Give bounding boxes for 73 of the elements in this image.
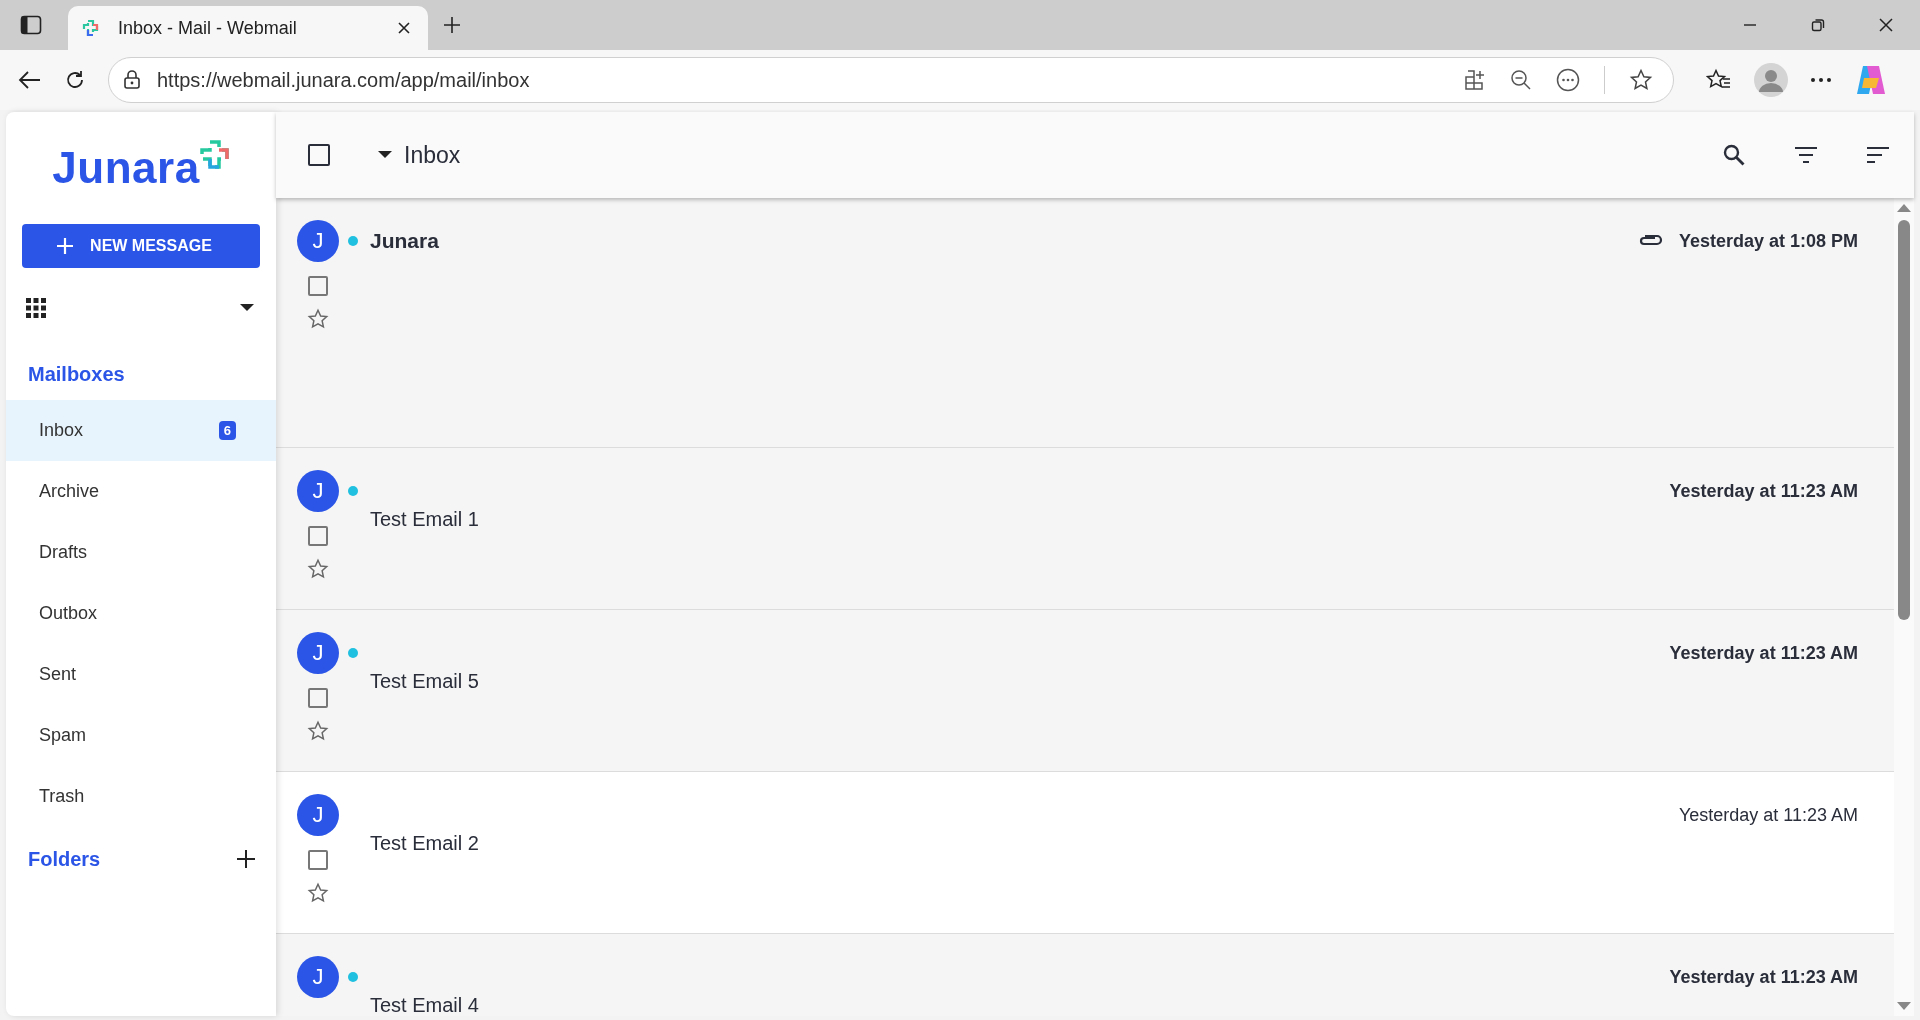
new-tab-icon[interactable] xyxy=(442,15,462,35)
sender-name: Junara xyxy=(370,229,439,253)
message-date: Yesterday at 1:08 PM xyxy=(1678,230,1858,252)
star-icon[interactable] xyxy=(307,558,329,580)
section-heading: Mailboxes xyxy=(27,361,126,387)
row-checkbox[interactable] xyxy=(308,850,328,870)
add-icon[interactable] xyxy=(236,849,256,869)
logo-icon xyxy=(199,140,230,170)
mailbox-item[interactable]: Spam xyxy=(6,705,276,766)
copilot-icon[interactable] xyxy=(1854,64,1888,96)
star-icon[interactable] xyxy=(307,720,329,742)
refresh-icon[interactable] xyxy=(64,69,86,91)
mailbox-item[interactable]: Trash xyxy=(6,766,276,827)
section-heading: Folders xyxy=(27,846,101,872)
address-field[interactable]: https://webmail.junara.com/app/mail/inbox xyxy=(108,57,1674,103)
more-icon[interactable] xyxy=(1810,77,1832,83)
plus-icon xyxy=(56,237,75,255)
sort-icon[interactable] xyxy=(1866,146,1890,164)
row-checkbox[interactable] xyxy=(308,688,328,708)
unread-count-badge: 6 xyxy=(218,421,236,440)
zoom-out-icon[interactable] xyxy=(1510,69,1532,91)
filter-icon[interactable] xyxy=(1794,146,1818,164)
message-row[interactable]: J Junara Yesterday at 1:08 PM xyxy=(276,198,1894,448)
tab-title: Inbox - Mail - Webmail xyxy=(118,17,298,39)
scroll-down-icon[interactable] xyxy=(1897,1002,1911,1010)
browser-tab[interactable]: Inbox - Mail - Webmail xyxy=(68,6,428,50)
new-message-button[interactable]: NEW MESSAGE xyxy=(22,224,260,268)
close-icon[interactable] xyxy=(396,20,412,36)
message-subject: Test Email 1 xyxy=(369,508,480,531)
app-grid-icon[interactable] xyxy=(1464,69,1486,91)
search-icon[interactable] xyxy=(1722,143,1746,167)
select-all-checkbox[interactable] xyxy=(308,144,330,166)
lock-icon[interactable] xyxy=(123,70,141,90)
avatar: J xyxy=(297,220,339,262)
avatar: J xyxy=(297,470,339,512)
message-date: Yesterday at 11:23 AM xyxy=(1678,804,1858,826)
mailbox-item[interactable]: Drafts xyxy=(6,522,276,583)
scrollbar[interactable] xyxy=(1894,198,1914,1016)
message-row[interactable]: J Yesterday at 11:23 AM Test Email 4 xyxy=(276,934,1894,1016)
mailbox-item[interactable]: Archive xyxy=(6,461,276,522)
logo-text: Junara xyxy=(52,146,200,190)
dropdown-caret-icon[interactable] xyxy=(240,304,254,312)
avatar: J xyxy=(297,956,339,998)
mailbox-title: Inbox xyxy=(404,141,461,169)
message-date: Yesterday at 11:23 AM xyxy=(1669,642,1858,664)
message-subject: Test Email 5 xyxy=(369,670,480,693)
avatar: J xyxy=(297,632,339,674)
message-row[interactable]: J Yesterday at 11:23 AM Test Email 5 xyxy=(276,610,1894,772)
message-row[interactable]: J Yesterday at 11:23 AM Test Email 1 xyxy=(276,448,1894,610)
row-checkbox[interactable] xyxy=(308,276,328,296)
mailbox-item[interactable]: Sent xyxy=(6,644,276,705)
more-icon[interactable] xyxy=(1556,68,1580,92)
row-checkbox[interactable] xyxy=(308,526,328,546)
back-icon[interactable] xyxy=(18,70,42,90)
star-icon[interactable] xyxy=(307,882,329,904)
dropdown-caret-icon[interactable] xyxy=(378,151,392,159)
message-date: Yesterday at 11:23 AM xyxy=(1669,480,1858,502)
message-subject: Test Email 4 xyxy=(369,994,480,1016)
star-icon[interactable] xyxy=(1629,68,1653,92)
scroll-up-icon[interactable] xyxy=(1897,204,1911,212)
mailbox-item[interactable]: Outbox xyxy=(6,583,276,644)
restore-icon[interactable] xyxy=(1810,17,1826,33)
message-subject: Test Email 2 xyxy=(369,832,480,855)
message-date: Yesterday at 11:23 AM xyxy=(1669,966,1858,988)
url-text: https://webmail.junara.com/app/mail/inbox xyxy=(157,68,530,92)
apps-grid-icon[interactable] xyxy=(26,298,46,318)
profile-icon[interactable] xyxy=(1754,63,1788,97)
logo-icon xyxy=(82,19,100,37)
star-icon[interactable] xyxy=(307,308,329,330)
close-icon[interactable] xyxy=(1878,17,1894,33)
sidebar-toggle-icon[interactable] xyxy=(20,15,42,35)
mailbox-item[interactable]: Inbox 6 xyxy=(6,400,276,461)
avatar: J xyxy=(297,794,339,836)
